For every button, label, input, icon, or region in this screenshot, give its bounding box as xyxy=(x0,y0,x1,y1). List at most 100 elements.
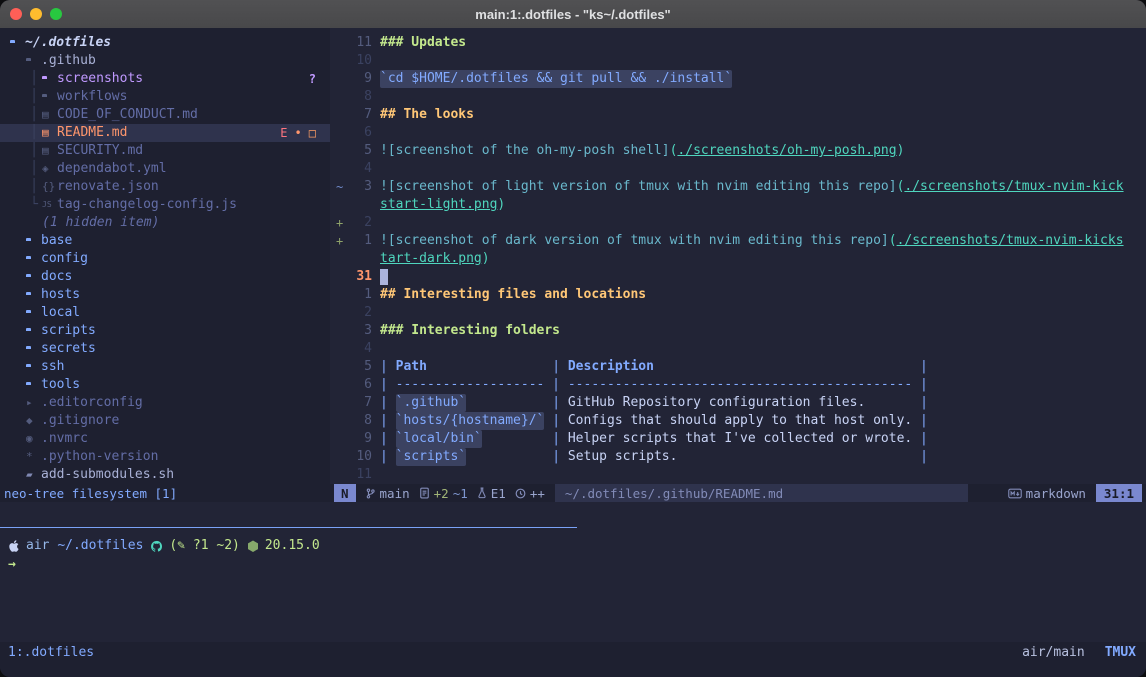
tree-item--1-hidden-item-[interactable]: (1 hidden item) xyxy=(0,214,330,232)
code-segment-pipe: | xyxy=(544,394,567,412)
tree-item-scripts[interactable]: scripts xyxy=(0,322,330,340)
editor-line[interactable]: 11 xyxy=(330,466,1146,484)
tree-item-security.md[interactable]: │▤SECURITY.md xyxy=(0,142,330,160)
status-marker: • xyxy=(295,124,302,142)
code-segment-pipe: | ------------------- | ----------------… xyxy=(380,376,928,394)
tree-item-readme.md[interactable]: │▤README.mdE•□ xyxy=(0,124,330,142)
tree-item-.github[interactable]: .github xyxy=(0,52,330,70)
editor-line[interactable]: 10| `scripts` | Setup scripts. | xyxy=(330,448,1146,466)
code-segment-md: ![screenshot of dark version of tmux wit… xyxy=(380,232,889,250)
code-segment-pipe: | xyxy=(380,430,396,448)
code-segment-lp: ( xyxy=(670,142,678,160)
editor-line[interactable]: 2 xyxy=(330,304,1146,322)
shell-pane[interactable]: air ~/.dotfiles (✎ ?1 ~2) 20.15.0 → xyxy=(0,527,1146,642)
gitignore-file-icon: ◆ xyxy=(26,412,41,430)
editor-line[interactable]: 8| `hosts/{hostname}/` | Configs that sh… xyxy=(330,412,1146,430)
git-status-markers: ? xyxy=(309,70,316,88)
indent-guide: │ xyxy=(26,88,42,106)
editor-line[interactable]: 6| ------------------- | ---------------… xyxy=(330,376,1146,394)
code-segment-pipe: | xyxy=(544,448,567,466)
editor-line[interactable]: 4 xyxy=(330,160,1146,178)
editor-line[interactable]: 4 xyxy=(330,340,1146,358)
neo-tree-sidebar[interactable]: ~/.dotfiles.github│screenshots?│ workflow… xyxy=(0,28,330,484)
code-segment-h2: ## The looks xyxy=(380,106,474,124)
tree-item-label: workflows xyxy=(57,88,127,106)
editor-line[interactable]: 7| `.github` | GitHub Repository configu… xyxy=(330,394,1146,412)
apple-icon xyxy=(8,539,20,553)
titlebar[interactable]: main:1:.dotfiles - "ks~/.dotfiles" xyxy=(0,0,1146,28)
tree-item-dependabot.yml[interactable]: │◈dependabot.yml xyxy=(0,160,330,178)
tree-item-renovate.json[interactable]: │{}renovate.json xyxy=(0,178,330,196)
editor-line[interactable]: 7## The looks xyxy=(330,106,1146,124)
code-segment-pipe: | xyxy=(380,358,396,376)
tree-item-.python-version[interactable]: *.python-version xyxy=(0,448,330,466)
code-segment-pipe: | xyxy=(544,412,567,430)
tree-item-tag-changelog-config.js[interactable]: └JStag-changelog-config.js xyxy=(0,196,330,214)
editor-line[interactable]: ~3![screenshot of light version of tmux … xyxy=(330,178,1146,196)
editor-line[interactable]: +1![screenshot of dark version of tmux w… xyxy=(330,232,1146,250)
tree-item-docs[interactable]: docs xyxy=(0,268,330,286)
tree-item-label: SECURITY.md xyxy=(57,142,143,160)
code-segment-pipe: | xyxy=(544,358,567,376)
tree-item-.gitignore[interactable]: ◆.gitignore xyxy=(0,412,330,430)
statusline: neo-tree filesystem [1] N main +2 xyxy=(0,484,1146,502)
beaker-icon xyxy=(477,487,487,499)
clock-icon xyxy=(515,488,526,499)
prompt-node-version: 20.15.0 xyxy=(265,537,320,555)
code-segment-txt: Setup scripts. xyxy=(568,448,678,466)
tmux-window-tab[interactable]: 1:.dotfiles xyxy=(8,645,94,660)
tree-item-label: .github xyxy=(41,52,96,70)
json-file-icon: {} xyxy=(42,178,57,196)
tree-item-add-submodules.sh[interactable]: ▰add-submodules.sh xyxy=(0,466,330,484)
editor-line[interactable]: 31 xyxy=(330,268,1146,286)
git-diff: +2 ~1 xyxy=(419,486,468,501)
tree-item-ssh[interactable]: ssh xyxy=(0,358,330,376)
editor-line[interactable]: 1## Interesting files and locations xyxy=(330,286,1146,304)
tree-item-tools[interactable]: tools xyxy=(0,376,330,394)
code-segment-sp xyxy=(677,448,912,466)
editor-line[interactable]: start-light.png) xyxy=(330,196,1146,214)
editor-line[interactable]: tart-dark.png) xyxy=(330,250,1146,268)
code-segment-sp xyxy=(654,358,912,376)
tree-item-.nvmrc[interactable]: ◉.nvmrc xyxy=(0,430,330,448)
tmux-pane-border[interactable] xyxy=(0,527,577,528)
markdown-file-icon: ▤ xyxy=(42,106,57,124)
tree-item-base[interactable]: base xyxy=(0,232,330,250)
editor-line[interactable]: 3### Interesting folders xyxy=(330,322,1146,340)
editorconfig-file-icon: ▸ xyxy=(26,394,41,412)
tree-item-screenshots[interactable]: │screenshots? xyxy=(0,70,330,88)
prompt-cwd: ~/.dotfiles xyxy=(57,537,143,555)
python-file-icon: * xyxy=(26,448,41,466)
tree-item-local[interactable]: local xyxy=(0,304,330,322)
editor-line[interactable]: 9`cd $HOME/.dotfiles && git pull && ./in… xyxy=(330,70,1146,88)
editor-line[interactable]: 6 xyxy=(330,124,1146,142)
tree-item-code-of-conduct.md[interactable]: │▤CODE_OF_CONDUCT.md xyxy=(0,106,330,124)
editor-line[interactable]: 5![screenshot of the oh-my-posh shell](.… xyxy=(330,142,1146,160)
tree-item-workflows[interactable]: │ workflows xyxy=(0,88,330,106)
tree-item--.dotfiles[interactable]: ~/.dotfiles xyxy=(0,34,330,52)
gitsign-column xyxy=(330,34,348,52)
tree-item-config[interactable]: config xyxy=(0,250,330,268)
gitsign-column xyxy=(330,466,348,484)
code-segment-link: ./screenshots/oh-my-posh.png xyxy=(677,142,896,160)
editor-line[interactable]: 9| `local/bin` | Helper scripts that I'v… xyxy=(330,430,1146,448)
editor-line[interactable]: +2 xyxy=(330,214,1146,232)
editor-line[interactable]: 10 xyxy=(330,52,1146,70)
editor-pane[interactable]: 11### Updates109`cd $HOME/.dotfiles && g… xyxy=(330,28,1146,484)
shell-input-line[interactable]: → xyxy=(8,556,1146,574)
line-number xyxy=(348,196,372,214)
editor-line[interactable]: 11### Updates xyxy=(330,34,1146,52)
prompt-arrow-icon: → xyxy=(8,556,16,574)
editor-line[interactable]: 5| Path | Description | xyxy=(330,358,1146,376)
code-segment-link: ./screenshots/tmux-nvim-kick xyxy=(904,178,1123,196)
code-segment-lp: ( xyxy=(889,232,897,250)
gitsign-column xyxy=(330,70,348,88)
line-number: 2 xyxy=(348,304,372,322)
tree-item-label: renovate.json xyxy=(57,178,159,196)
code-segment-pipe: | xyxy=(380,412,396,430)
gitsign-column xyxy=(330,142,348,160)
editor-line[interactable]: 8 xyxy=(330,88,1146,106)
tree-item-hosts[interactable]: hosts xyxy=(0,286,330,304)
tree-item-.editorconfig[interactable]: ▸.editorconfig xyxy=(0,394,330,412)
tree-item-secrets[interactable]: secrets xyxy=(0,340,330,358)
